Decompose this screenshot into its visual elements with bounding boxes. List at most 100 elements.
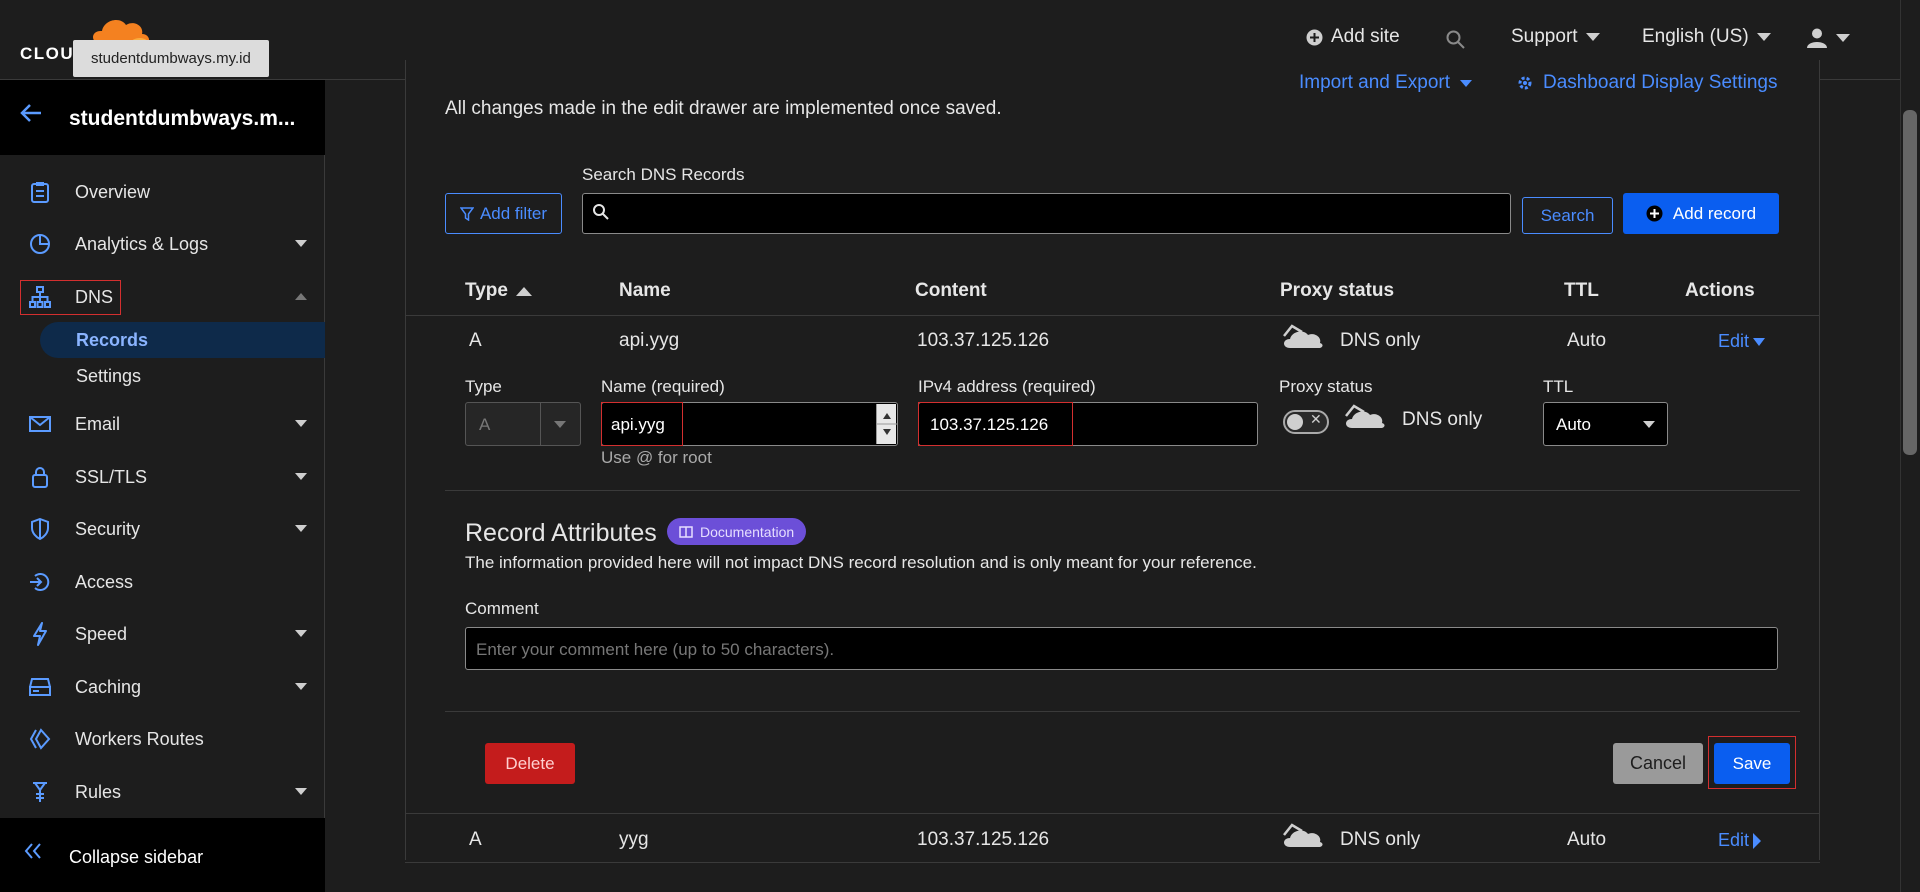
save-button[interactable]: Save [1714, 743, 1790, 784]
ipv4-field-label: IPv4 address (required) [918, 377, 1096, 396]
import-export-menu[interactable]: Import and Export [1299, 72, 1473, 94]
sidebar-subitem-records[interactable]: Records [76, 330, 148, 351]
record-attributes-title: Record Attributes [465, 519, 657, 547]
divider [405, 315, 1820, 316]
search-icon [592, 203, 610, 221]
sidebar-item-label: Rules [75, 781, 122, 802]
search-icon[interactable] [1446, 30, 1465, 49]
shield-icon [28, 517, 52, 541]
proxy-status-field-label: Proxy status [1279, 377, 1373, 396]
sidebar-subitem-settings[interactable]: Settings [76, 366, 141, 387]
lightning-icon [28, 622, 52, 646]
sidebar-item-overview[interactable]: Overview [0, 172, 325, 212]
search-button[interactable]: Search [1522, 197, 1613, 234]
add-filter-label: Add filter [479, 203, 548, 223]
scrollbar-thumb[interactable] [1903, 110, 1917, 455]
documentation-label: Documentation [700, 523, 795, 540]
name-field-label: Name (required) [601, 377, 725, 396]
add-record-button[interactable]: Add record [1623, 193, 1779, 234]
search-dns-label: Search DNS Records [582, 165, 745, 184]
type-select-value: A [479, 415, 491, 434]
name-input-value: api.yyg [611, 415, 665, 434]
plus-circle-icon [1306, 29, 1323, 46]
chevron-down-icon [1585, 33, 1600, 41]
gear-icon [1517, 75, 1533, 91]
sidebar-item-label: Overview [75, 181, 151, 202]
sidebar-item-label: Caching [75, 676, 142, 697]
sidebar-item-rules[interactable]: Rules [0, 772, 325, 812]
support-menu[interactable]: Support [1511, 26, 1600, 48]
search-dns-input[interactable] [582, 193, 1511, 234]
cloud-dns-only-icon [1282, 322, 1324, 350]
sidebar-item-speed[interactable]: Speed [0, 614, 325, 654]
zone-name[interactable]: studentdumbways.m... [69, 107, 295, 131]
divider [405, 862, 1820, 863]
sidebar-item-label: Speed [75, 623, 128, 644]
cloudflare-logo-text[interactable]: CLOU [20, 44, 74, 64]
sidebar-item-access[interactable]: Access [0, 562, 325, 602]
user-menu[interactable] [1806, 28, 1850, 48]
edit-drawer-description: All changes made in the edit drawer are … [445, 98, 1002, 119]
add-site-button[interactable]: Add site [1306, 26, 1400, 48]
chevron-down-icon [295, 420, 307, 427]
delete-button[interactable]: Delete [485, 743, 575, 784]
access-icon [28, 570, 52, 594]
name-spinner[interactable] [876, 404, 897, 444]
proxy-status-value: DNS only [1402, 409, 1483, 430]
column-header-type[interactable]: Type [465, 280, 532, 302]
column-header-label: Type [465, 280, 508, 301]
dns-highlight-box [20, 280, 121, 315]
collapse-sidebar-label[interactable]: Collapse sidebar [69, 847, 203, 868]
chevron-down-icon [295, 240, 307, 247]
chevron-up-icon [295, 293, 307, 300]
sidebar-item-analytics[interactable]: Analytics & Logs [0, 224, 325, 264]
row-type: A [469, 829, 482, 850]
row-ttl: Auto [1567, 330, 1607, 351]
server-icon [28, 675, 52, 699]
cloud-dns-only-icon [1344, 402, 1386, 430]
cancel-button[interactable]: Cancel [1613, 743, 1703, 784]
add-record-label: Add record [1672, 203, 1757, 223]
ttl-field-label: TTL [1543, 377, 1574, 396]
comment-label: Comment [465, 599, 539, 618]
divider [445, 490, 1800, 491]
chevron-down-icon [295, 473, 307, 480]
chevron-down-icon [1836, 34, 1850, 42]
sidebar-item-caching[interactable]: Caching [0, 667, 325, 707]
add-filter-button[interactable]: Add filter [445, 193, 562, 234]
back-arrow-icon[interactable] [20, 104, 42, 122]
sidebar-item-security[interactable]: Security [0, 509, 325, 549]
sidebar-item-label: Email [75, 413, 121, 434]
comment-placeholder: Enter your comment here (up to 50 charac… [476, 640, 835, 659]
user-icon [1806, 28, 1828, 48]
chevron-down-icon [295, 683, 307, 690]
sidebar-item-ssl-tls[interactable]: SSL/TLS [0, 457, 325, 497]
row-edit-toggle[interactable]: Edit [1718, 830, 1762, 851]
divider [445, 711, 1800, 712]
row-type: A [469, 330, 482, 351]
lock-icon [28, 465, 52, 489]
double-chevron-left-icon[interactable] [24, 842, 42, 860]
sidebar-item-label: Access [75, 571, 134, 592]
cloud-dns-only-icon [1282, 821, 1324, 849]
sidebar-item-email[interactable]: Email [0, 404, 325, 444]
language-label: English (US) [1642, 26, 1749, 47]
row-name: yyg [619, 829, 649, 850]
sidebar-item-workers-routes[interactable]: Workers Routes [0, 719, 325, 759]
chevron-down-icon [295, 788, 307, 795]
name-hint: Use @ for root [601, 448, 712, 467]
row-proxy-status: DNS only [1340, 330, 1421, 351]
documentation-link[interactable]: Documentation [667, 518, 807, 545]
chevron-down-icon [1753, 337, 1766, 346]
row-edit-toggle[interactable]: Edit [1718, 331, 1766, 352]
workers-icon [28, 727, 52, 751]
chevron-down-icon [295, 525, 307, 532]
add-site-label: Add site [1331, 26, 1400, 47]
toggle-knob [1287, 414, 1303, 430]
sidebar-item-label: Security [75, 518, 141, 539]
dashboard-display-settings-link[interactable]: Dashboard Display Settings [1517, 72, 1777, 94]
column-header-content: Content [915, 280, 987, 301]
chevron-right-icon [1753, 832, 1762, 849]
language-menu[interactable]: English (US) [1642, 26, 1771, 48]
row-content: 103.37.125.126 [917, 330, 1050, 351]
